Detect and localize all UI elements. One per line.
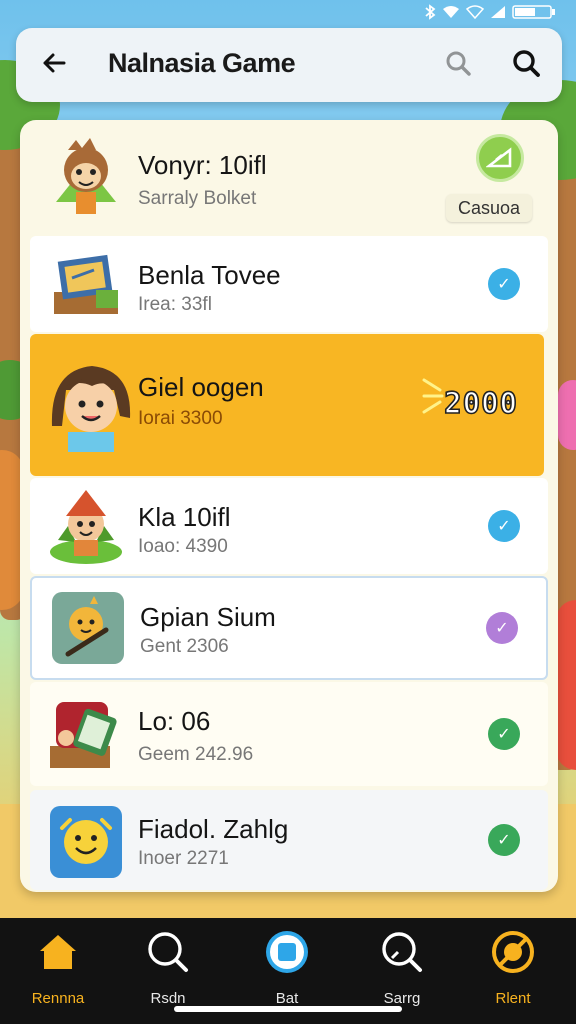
sparkle-icon <box>422 376 446 421</box>
item-subtitle: Iorai 3300 <box>138 408 223 429</box>
bluetooth-icon <box>424 4 436 24</box>
arrow-left-icon <box>40 49 68 82</box>
nav-label: Bat <box>275 990 299 1007</box>
item-subtitle: Irea: 33fl <box>138 294 212 315</box>
game-list: Vonyr: 10ifl Sarraly Bolket Casuoa Benla… <box>20 120 558 892</box>
list-item[interactable]: Gpian Sium Gent 2306 ✓ <box>30 576 548 680</box>
item-subtitle: Ioao: 4390 <box>138 536 228 557</box>
treasure-map-avatar <box>44 242 128 326</box>
wifi-calling-icon <box>465 5 485 23</box>
search-icon <box>511 48 541 83</box>
signal-icon <box>490 5 506 23</box>
item-title: Vonyr: 10ifl <box>138 150 267 180</box>
nav-item-rlent[interactable]: Rlent <box>463 928 563 1008</box>
category-badge: Casuoa <box>446 194 532 222</box>
nav-item-home[interactable]: Rennna <box>8 928 108 1008</box>
record-icon <box>263 928 311 976</box>
search-edit-icon <box>378 928 426 976</box>
list-item-selected[interactable]: Giel oogen Iorai 3300 2000 <box>30 334 544 476</box>
bird-avatar <box>46 586 130 670</box>
check-icon[interactable]: ✓ <box>488 824 520 856</box>
home-indicator[interactable] <box>174 1006 402 1012</box>
nav-item-search-edit[interactable]: Sarrg <box>352 928 452 1008</box>
check-icon[interactable]: ✓ <box>488 510 520 542</box>
nav-label: Rennna <box>31 990 85 1007</box>
nav-item-record[interactable]: Bat <box>237 928 337 1008</box>
item-subtitle: Gent 2306 <box>140 636 229 657</box>
item-subtitle: Inoer 2271 <box>138 848 229 869</box>
check-icon[interactable]: ✓ <box>488 268 520 300</box>
monkey-avatar <box>44 132 128 216</box>
top-app-bar: Nalnasia Game <box>16 28 562 102</box>
check-icon[interactable]: ✓ <box>486 612 518 644</box>
status-icons <box>424 4 556 24</box>
list-item[interactable]: Kla 10ifl Ioao: 4390 ✓ <box>30 478 548 574</box>
battery-icon <box>512 5 556 23</box>
back-button[interactable] <box>30 41 78 89</box>
search-button-secondary[interactable] <box>436 43 480 87</box>
list-item[interactable]: Benla Tovee Irea: 33fl ✓ <box>30 236 548 332</box>
item-title: Benla Tovee <box>138 260 281 290</box>
smiley-avatar <box>44 800 128 884</box>
girl-avatar <box>44 356 136 452</box>
nav-label: Rlent <box>495 990 531 1007</box>
item-title: Fiadol. Zahlg <box>138 814 289 844</box>
app-title: Nalnasia Game <box>108 48 296 78</box>
target-icon <box>489 928 537 976</box>
search-button[interactable] <box>504 43 548 87</box>
nav-label: Sarrg <box>383 990 421 1007</box>
achievement-icon[interactable] <box>476 134 524 182</box>
item-title: Kla 10ifl <box>138 502 231 532</box>
status-bar <box>0 0 576 28</box>
list-item[interactable]: Fiadol. Zahlg Inoer 2271 ✓ <box>30 790 548 890</box>
item-title: Gpian Sium <box>140 602 276 632</box>
item-subtitle: Geem 242.96 <box>138 744 254 765</box>
wifi-icon <box>442 5 460 23</box>
search-icon <box>444 49 472 82</box>
nav-label: Rsdn <box>150 990 186 1007</box>
list-item[interactable]: Lo: 06 Geem 242.96 ✓ <box>30 682 548 786</box>
cards-avatar <box>44 694 128 778</box>
home-icon <box>34 928 82 976</box>
item-title: Giel oogen <box>138 372 264 402</box>
list-item-featured[interactable]: Vonyr: 10ifl Sarraly Bolket Casuoa <box>30 120 548 232</box>
check-icon[interactable]: ✓ <box>488 718 520 750</box>
nav-item-search[interactable]: Rsdn <box>118 928 218 1008</box>
background-character-right <box>556 600 576 770</box>
item-subtitle: Sarraly Bolket <box>138 188 257 209</box>
item-title: Lo: 06 <box>138 706 211 736</box>
background-balloon <box>558 380 576 450</box>
search-icon <box>144 928 192 976</box>
score-value: 2000 <box>443 385 518 421</box>
elf-avatar <box>44 484 128 568</box>
